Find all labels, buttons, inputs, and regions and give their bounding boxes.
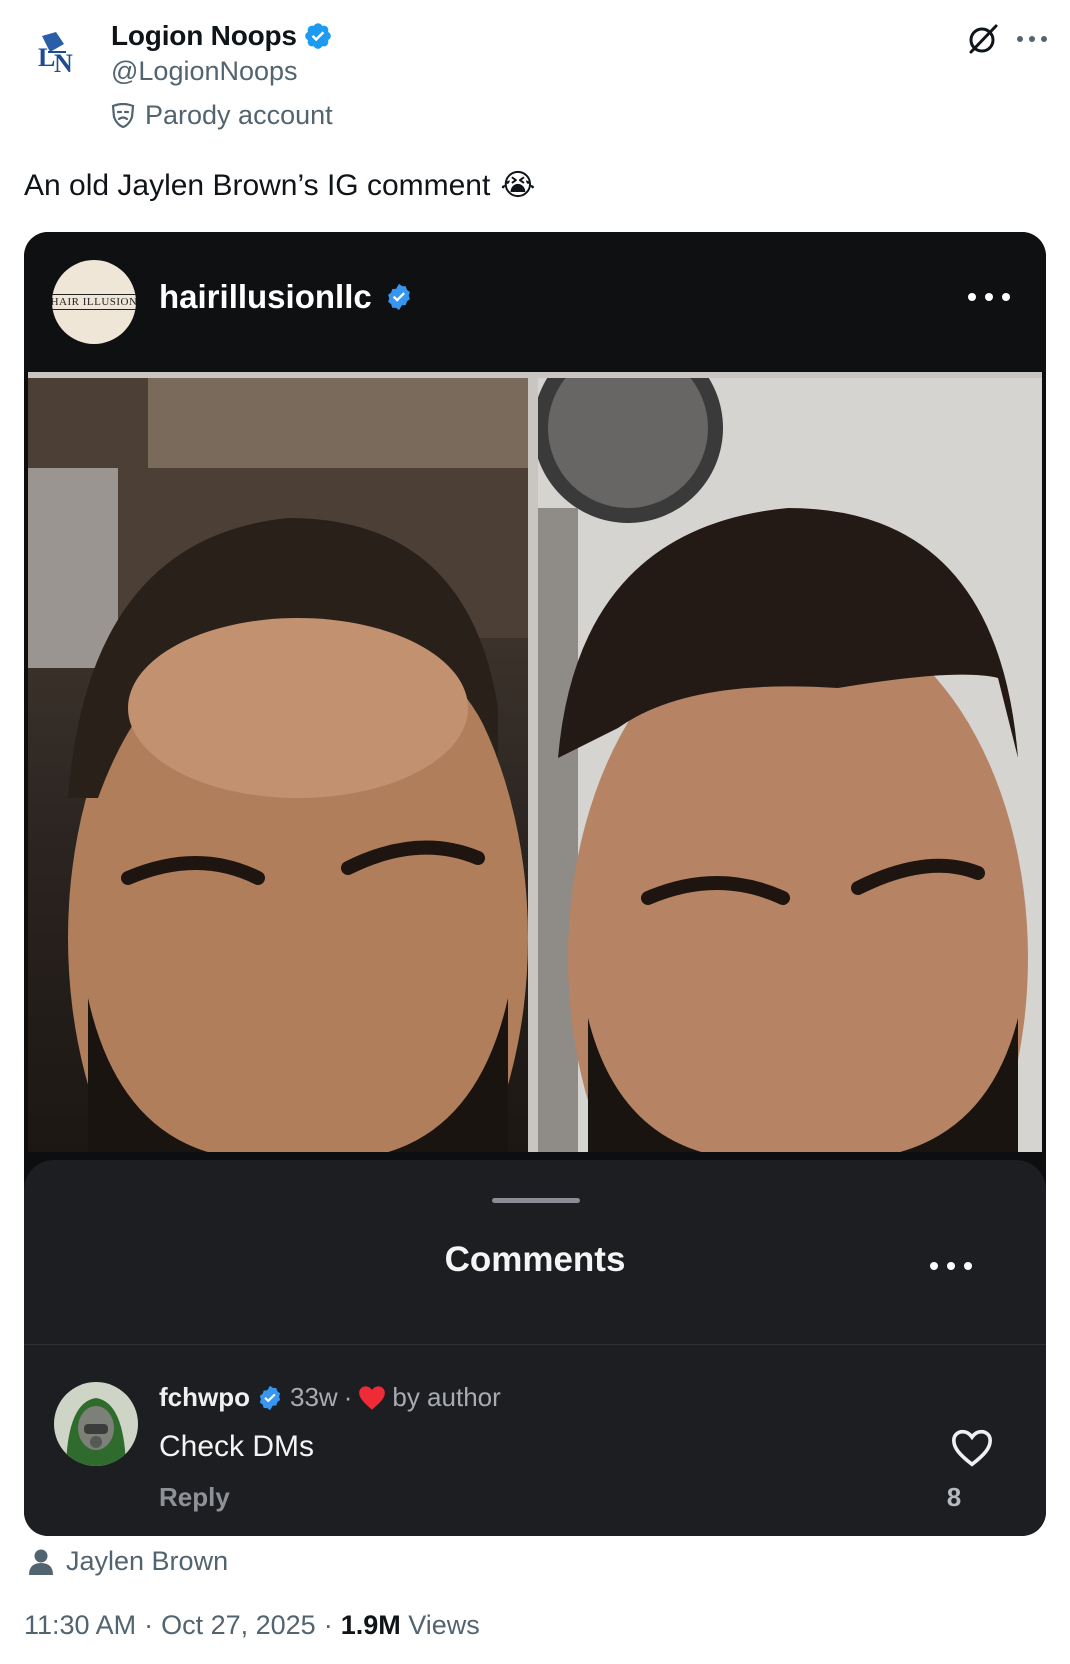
tweet-metadata: 11:30 AM · Oct 27, 2025 · 1.9M Views (24, 1610, 480, 1641)
meta-separator-2: · (323, 1610, 333, 1640)
verified-badge-icon (304, 23, 331, 49)
tweet-time[interactable]: 11:30 AM (24, 1610, 136, 1641)
drama-mask-icon (111, 102, 135, 128)
comment-age: 33w (290, 1382, 338, 1412)
parody-label-text: Parody account (145, 100, 333, 130)
comments-title: Comments (444, 1240, 626, 1279)
meta-separator-1: · (144, 1610, 154, 1640)
views-count: 1.9M (340, 1610, 401, 1640)
tweet-text: An old Jaylen Brown’s IG comment 😭 (24, 168, 535, 203)
commenter-verified-badge-icon (259, 1385, 281, 1410)
grok-icon[interactable] (966, 22, 1000, 56)
tweet-media-screenshot[interactable]: HAIR ILLUSION hairillusionllc Comments f… (24, 232, 1046, 1536)
author-handle[interactable]: @LogionNoops (111, 56, 298, 87)
comments-sheet: Comments fchwpo 33w · by author Check DM… (24, 1160, 1046, 1536)
ig-post-header: HAIR ILLUSION hairillusionllc (24, 232, 1046, 372)
ig-more-icon[interactable] (966, 288, 1012, 306)
tweet-body: An old Jaylen Brown’s IG comment (24, 168, 491, 202)
tweet-date[interactable]: Oct 27, 2025 (161, 1610, 316, 1641)
liked-by-author-label: by author (392, 1382, 501, 1412)
after-photo (538, 378, 1042, 1152)
crying-face-emoji: 😭 (500, 169, 536, 202)
comments-more-icon[interactable] (928, 1258, 974, 1274)
ig-account-avatar[interactable]: HAIR ILLUSION (52, 260, 136, 344)
comment-like-count: 8 (946, 1482, 962, 1512)
author-liked-heart-icon (359, 1385, 386, 1410)
svg-text:L: L (38, 43, 55, 72)
comment-meta: fchwpo 33w · by author (159, 1382, 501, 1413)
before-after-photo (28, 372, 1042, 1152)
ig-username[interactable]: hairillusionllc (159, 278, 372, 316)
parody-label: Parody account (111, 100, 333, 131)
sheet-grabber[interactable] (492, 1198, 580, 1203)
comment-like-heart-icon[interactable] (950, 1428, 994, 1468)
person-icon (29, 1549, 53, 1575)
comments-divider (24, 1344, 1046, 1345)
tagged-user-name[interactable]: Jaylen Brown (66, 1546, 228, 1577)
ig-avatar-logo-text: HAIR ILLUSION (52, 294, 136, 310)
comment-reply-button[interactable]: Reply (159, 1482, 230, 1513)
before-photo (28, 378, 528, 1152)
tweet-header: L N Logion Noops @LogionNoops Parody acc… (0, 0, 1070, 140)
author-display-name[interactable]: Logion Noops (111, 20, 297, 52)
more-options-icon[interactable] (1014, 24, 1050, 54)
comment-meta-separator: · (343, 1382, 353, 1412)
svg-text:N: N (54, 49, 73, 78)
ig-verified-badge-icon (387, 283, 410, 311)
commenter-avatar[interactable] (54, 1382, 138, 1466)
views-label: Views (408, 1610, 480, 1640)
tagged-user[interactable]: Jaylen Brown (28, 1546, 228, 1577)
comment-text: Check DMs (159, 1430, 315, 1463)
author-avatar[interactable]: L N (26, 22, 88, 84)
commenter-username[interactable]: fchwpo (159, 1382, 250, 1413)
